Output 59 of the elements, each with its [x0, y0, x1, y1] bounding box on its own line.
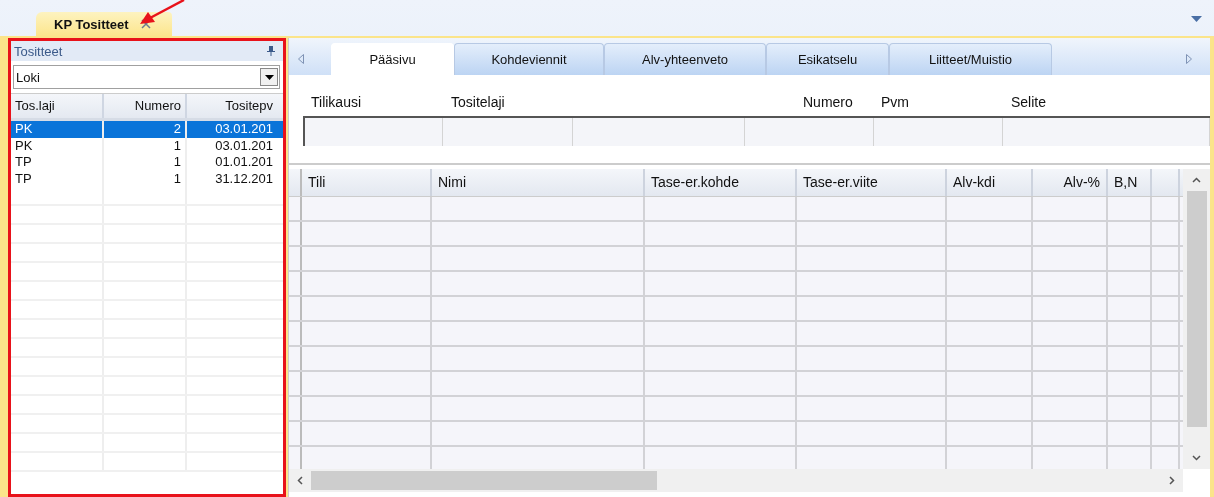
tab[interactable]: Kohdeviennit [454, 43, 604, 75]
table-cell-text: 03.01.201 [214, 137, 274, 154]
table-cell-text: 31.12.201 [214, 170, 274, 187]
scrollbar-thumb[interactable] [311, 471, 657, 490]
scroll-down-icon[interactable] [1192, 455, 1201, 461]
column-header[interactable]: Tili [302, 169, 432, 196]
close-icon[interactable] [140, 19, 151, 29]
table-cell: TP [11, 154, 104, 171]
pin-icon[interactable] [267, 46, 275, 56]
column-header[interactable]: Tositepv [187, 94, 277, 118]
column-header[interactable]: Tos.laji [11, 94, 104, 118]
field-label: Pvm [881, 94, 909, 110]
table-row[interactable]: PK 1 03.01.201 [11, 137, 283, 154]
scrollbar-thumb[interactable] [1186, 191, 1207, 427]
column-header[interactable]: Numero [104, 94, 187, 118]
input-field[interactable] [874, 118, 1003, 146]
input-field[interactable] [305, 118, 443, 146]
vertical-scrollbar[interactable] [1183, 169, 1210, 469]
tab[interactable]: Esikatselu [766, 43, 889, 75]
scroll-up-icon[interactable] [1192, 177, 1201, 183]
table-cell: 1 [104, 137, 187, 154]
field-label: Selite [1011, 94, 1047, 110]
field-label: Tilikausi [311, 94, 362, 110]
column-header[interactable]: Nimi [432, 169, 645, 196]
table-row[interactable]: TP 1 31.12.201 [11, 170, 283, 187]
dropdown-icon[interactable] [1191, 16, 1202, 22]
tab[interactable]: Liitteet/Muistio [889, 43, 1052, 75]
table-cell: 1 [104, 154, 187, 171]
document-tab[interactable]: KP Tositteet [36, 12, 172, 36]
column-header[interactable]: Alv-kdi [947, 169, 1033, 196]
input-field[interactable] [573, 118, 745, 146]
table-cell: 1 [104, 170, 187, 187]
table-cell-text: 01.01.201 [214, 154, 274, 171]
column-header[interactable]: B,N [1108, 169, 1152, 196]
dropdown-button[interactable] [260, 68, 278, 86]
input-field[interactable] [745, 118, 874, 146]
column-header[interactable]: Tase-er.viite [797, 169, 947, 196]
input-field[interactable] [443, 118, 573, 146]
table-cell-text: 03.01.201 [214, 121, 274, 138]
table-cell: PK [11, 121, 104, 138]
scroll-right-icon[interactable] [1169, 476, 1175, 485]
field-label: Tositelaji [451, 94, 505, 110]
table-cell: 2 [104, 121, 187, 138]
document-tab-title: KP Tositteet [54, 16, 129, 32]
view-select[interactable]: Loki [13, 65, 280, 89]
scroll-left-icon[interactable] [297, 476, 303, 485]
column-header[interactable]: Alv-% [1033, 169, 1108, 196]
table-cell: PK [11, 137, 104, 154]
caret-icon [264, 74, 274, 80]
field-label: Numero [803, 94, 853, 110]
table-row[interactable]: TP 1 01.01.201 [11, 154, 283, 171]
tab[interactable]: Pääsivu [331, 43, 454, 75]
table-row[interactable]: PK 2 03.01.201 [11, 121, 283, 138]
column-header[interactable]: Tase-er.kohde [645, 169, 797, 196]
panel-title: Tositteet [14, 43, 63, 59]
horizontal-scrollbar[interactable] [289, 469, 1183, 492]
input-field[interactable] [1003, 118, 1210, 146]
table-cell: TP [11, 170, 104, 187]
tab[interactable]: Alv-yhteenveto [604, 43, 766, 75]
